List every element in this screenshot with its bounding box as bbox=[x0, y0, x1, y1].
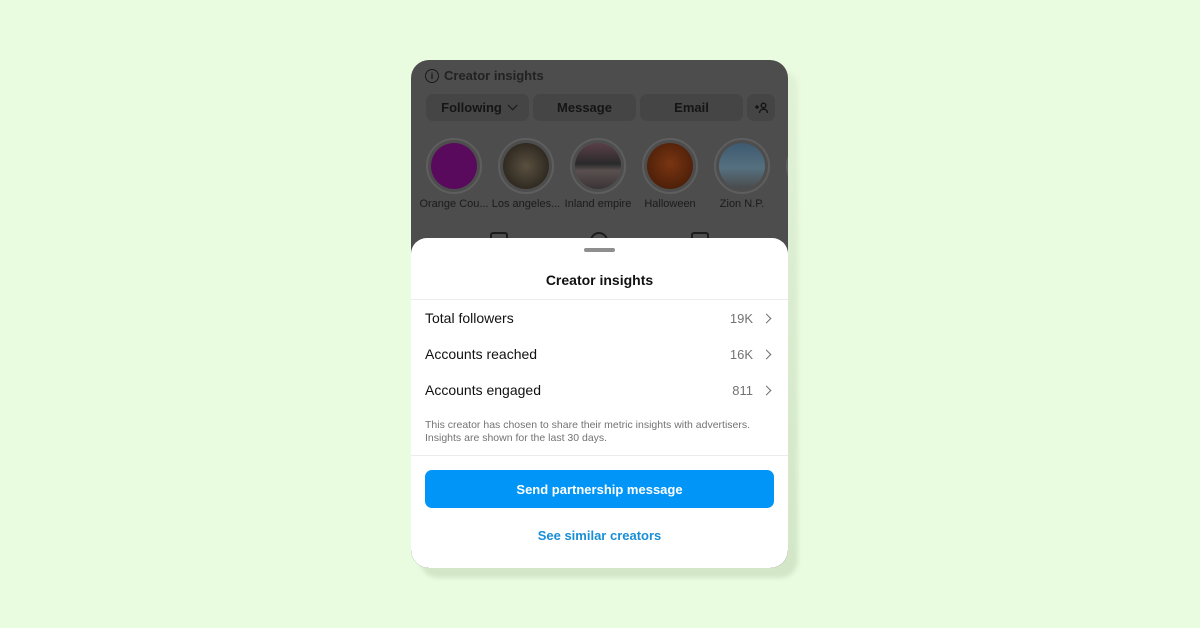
highlight-ring bbox=[498, 138, 554, 194]
metric-label: Total followers bbox=[425, 310, 514, 326]
highlight-image bbox=[503, 143, 549, 189]
header-label: Creator insights bbox=[444, 68, 544, 83]
email-label: Email bbox=[674, 100, 709, 115]
sheet-grabber[interactable] bbox=[584, 248, 615, 252]
message-button[interactable]: Message bbox=[533, 94, 636, 121]
highlight-image bbox=[647, 143, 693, 189]
highlight-ring bbox=[714, 138, 770, 194]
chevron-right-icon bbox=[761, 349, 772, 359]
highlight-item[interactable]: Orange Cou... bbox=[418, 138, 490, 210]
chevron-right-icon bbox=[761, 385, 772, 395]
highlight-label: Zion N.P. bbox=[719, 198, 765, 210]
highlight-image bbox=[431, 143, 477, 189]
metric-row-accounts-reached[interactable]: Accounts reached 16K bbox=[425, 336, 774, 372]
chevron-down-icon bbox=[507, 100, 518, 111]
following-label: Following bbox=[441, 100, 502, 115]
metric-right: 19K bbox=[730, 311, 774, 326]
highlight-ring bbox=[570, 138, 626, 194]
metric-label: Accounts engaged bbox=[425, 382, 541, 398]
metric-value: 811 bbox=[732, 382, 753, 398]
metric-value: 16K bbox=[729, 346, 753, 362]
highlight-label: Inland empire bbox=[564, 198, 632, 210]
metric-right: 811 bbox=[732, 383, 774, 398]
add-user-button[interactable] bbox=[747, 94, 775, 121]
metric-row-total-followers[interactable]: Total followers 19K bbox=[425, 300, 774, 336]
highlight-item[interactable]: Inland empire bbox=[562, 138, 634, 210]
info-icon: i bbox=[425, 68, 439, 83]
phone-screen: i Creator insights Following Message Ema… bbox=[411, 60, 788, 568]
highlight-label: Halloween bbox=[644, 198, 696, 210]
see-similar-creators-link[interactable]: See similar creators bbox=[411, 528, 788, 543]
metric-row-accounts-engaged[interactable]: Accounts engaged 811 bbox=[425, 372, 774, 408]
highlight-item[interactable]: V bbox=[778, 138, 788, 210]
story-highlights: Orange Cou... Los angeles... Inland empi… bbox=[418, 138, 788, 210]
metric-value: 19K bbox=[729, 310, 753, 326]
add-user-icon bbox=[755, 102, 768, 113]
highlight-item[interactable]: Zion N.P. bbox=[706, 138, 778, 210]
following-button[interactable]: Following bbox=[426, 94, 529, 121]
highlight-item[interactable]: Halloween bbox=[634, 138, 706, 210]
creator-insights-sheet: Creator insights Total followers 19K Acc… bbox=[411, 238, 788, 568]
highlight-image bbox=[575, 143, 621, 189]
insights-disclaimer: This creator has chosen to share their m… bbox=[425, 419, 751, 444]
metric-right: 16K bbox=[730, 347, 774, 362]
highlight-label: Los angeles... bbox=[491, 198, 561, 210]
highlight-ring bbox=[426, 138, 482, 194]
send-partnership-message-button[interactable]: Send partnership message bbox=[425, 470, 774, 508]
highlight-ring bbox=[786, 138, 788, 194]
divider bbox=[411, 455, 788, 456]
highlight-image bbox=[719, 143, 765, 189]
highlight-label: Orange Cou... bbox=[419, 198, 489, 210]
chevron-right-icon bbox=[761, 313, 772, 323]
sheet-title: Creator insights bbox=[545, 272, 654, 288]
profile-actions: Following Message Email bbox=[426, 94, 775, 121]
metric-label: Accounts reached bbox=[425, 346, 538, 362]
highlight-ring bbox=[642, 138, 698, 194]
message-label: Message bbox=[557, 100, 612, 115]
creator-insights-header[interactable]: i Creator insights bbox=[425, 68, 544, 83]
highlight-item[interactable]: Los angeles... bbox=[490, 138, 562, 210]
email-button[interactable]: Email bbox=[640, 94, 743, 121]
